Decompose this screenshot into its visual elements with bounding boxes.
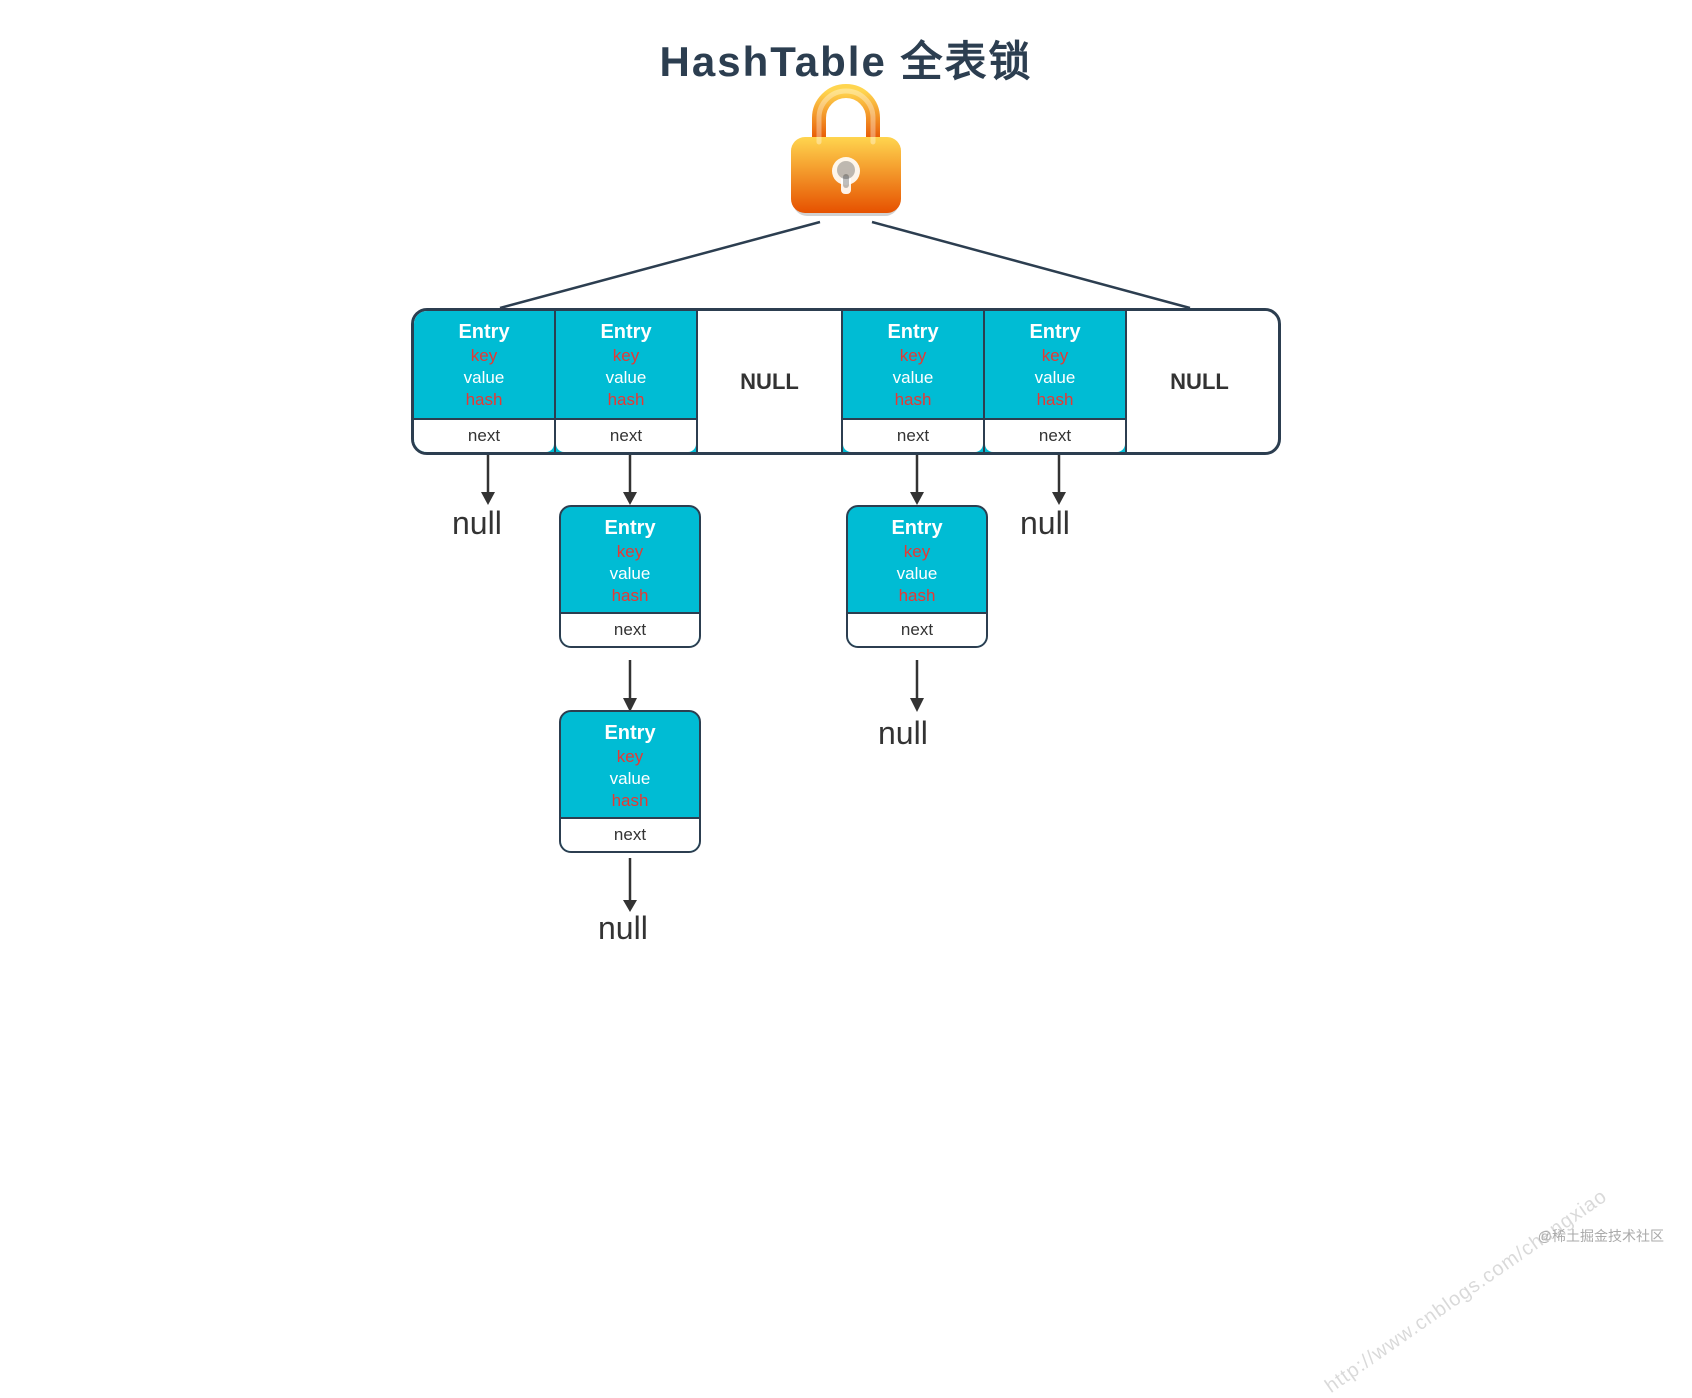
entry-key-4: key — [1042, 346, 1068, 366]
entry-hash-4: hash — [1037, 390, 1074, 410]
chain1-e1-next: next — [561, 612, 699, 646]
chain1-null: null — [598, 910, 648, 947]
lock-icon — [781, 80, 911, 220]
entry-next-1: next — [556, 418, 696, 452]
chain1-e1-label: Entry — [604, 517, 655, 540]
chain3-e1-value: value — [897, 564, 938, 584]
chain1-e1-value: value — [610, 564, 651, 584]
attribution: @稀土掘金技术社区 — [1538, 1226, 1664, 1246]
chain1-e2-value: value — [610, 769, 651, 789]
chain1-entry-1: Entry key value hash next — [559, 505, 701, 648]
chain1-e1-key: key — [617, 542, 643, 562]
array-cell-2: NULL — [698, 311, 843, 452]
chain3-e1-label: Entry — [891, 517, 942, 540]
chain1-e2-hash: hash — [612, 791, 649, 811]
entry-value-0: value — [464, 368, 505, 388]
entry-value-3: value — [893, 368, 934, 388]
array-cell-5: NULL — [1127, 311, 1272, 452]
chain3-e1-hash: hash — [899, 586, 936, 606]
chain3-e1-next: next — [848, 612, 986, 646]
entry-label-1: Entry — [600, 321, 651, 344]
entry-hash-0: hash — [466, 390, 503, 410]
entry-next-3: next — [843, 418, 983, 452]
null-label-2: NULL — [740, 369, 799, 395]
array-cell-4: Entry key value hash next — [985, 311, 1127, 452]
chain1-e2-key: key — [617, 747, 643, 767]
watermark: http://www.cnblogs.com/chengxiao — [1321, 1185, 1612, 1398]
page-title: HashTable 全表锁 — [0, 0, 1692, 89]
chain4-null: null — [1020, 505, 1070, 542]
entry-key-0: key — [471, 346, 497, 366]
chain3-e1-key: key — [904, 542, 930, 562]
hashtable-array: Entry key value hash next Entry key valu… — [411, 308, 1281, 455]
entry-next-0: next — [414, 418, 554, 452]
entry-hash-3: hash — [895, 390, 932, 410]
chain1-e2-label: Entry — [604, 722, 655, 745]
chain0-null: null — [452, 505, 502, 542]
entry-key-3: key — [900, 346, 926, 366]
entry-value-4: value — [1035, 368, 1076, 388]
entry-next-4: next — [985, 418, 1125, 452]
chain3-null: null — [878, 715, 928, 752]
chain1-e1-hash: hash — [612, 586, 649, 606]
array-cell-1: Entry key value hash next — [556, 311, 698, 452]
entry-label-4: Entry — [1029, 321, 1080, 344]
entry-label-0: Entry — [458, 321, 509, 344]
chain3-entry-1: Entry key value hash next — [846, 505, 988, 648]
entry-value-1: value — [606, 368, 647, 388]
entry-hash-1: hash — [608, 390, 645, 410]
chain1-e2-next: next — [561, 817, 699, 851]
entry-label-3: Entry — [887, 321, 938, 344]
entry-key-1: key — [613, 346, 639, 366]
chain1-entry-2: Entry key value hash next — [559, 710, 701, 853]
array-cell-3: Entry key value hash next — [843, 311, 985, 452]
array-cell-0: Entry key value hash next — [414, 311, 556, 452]
null-label-5: NULL — [1170, 369, 1229, 395]
